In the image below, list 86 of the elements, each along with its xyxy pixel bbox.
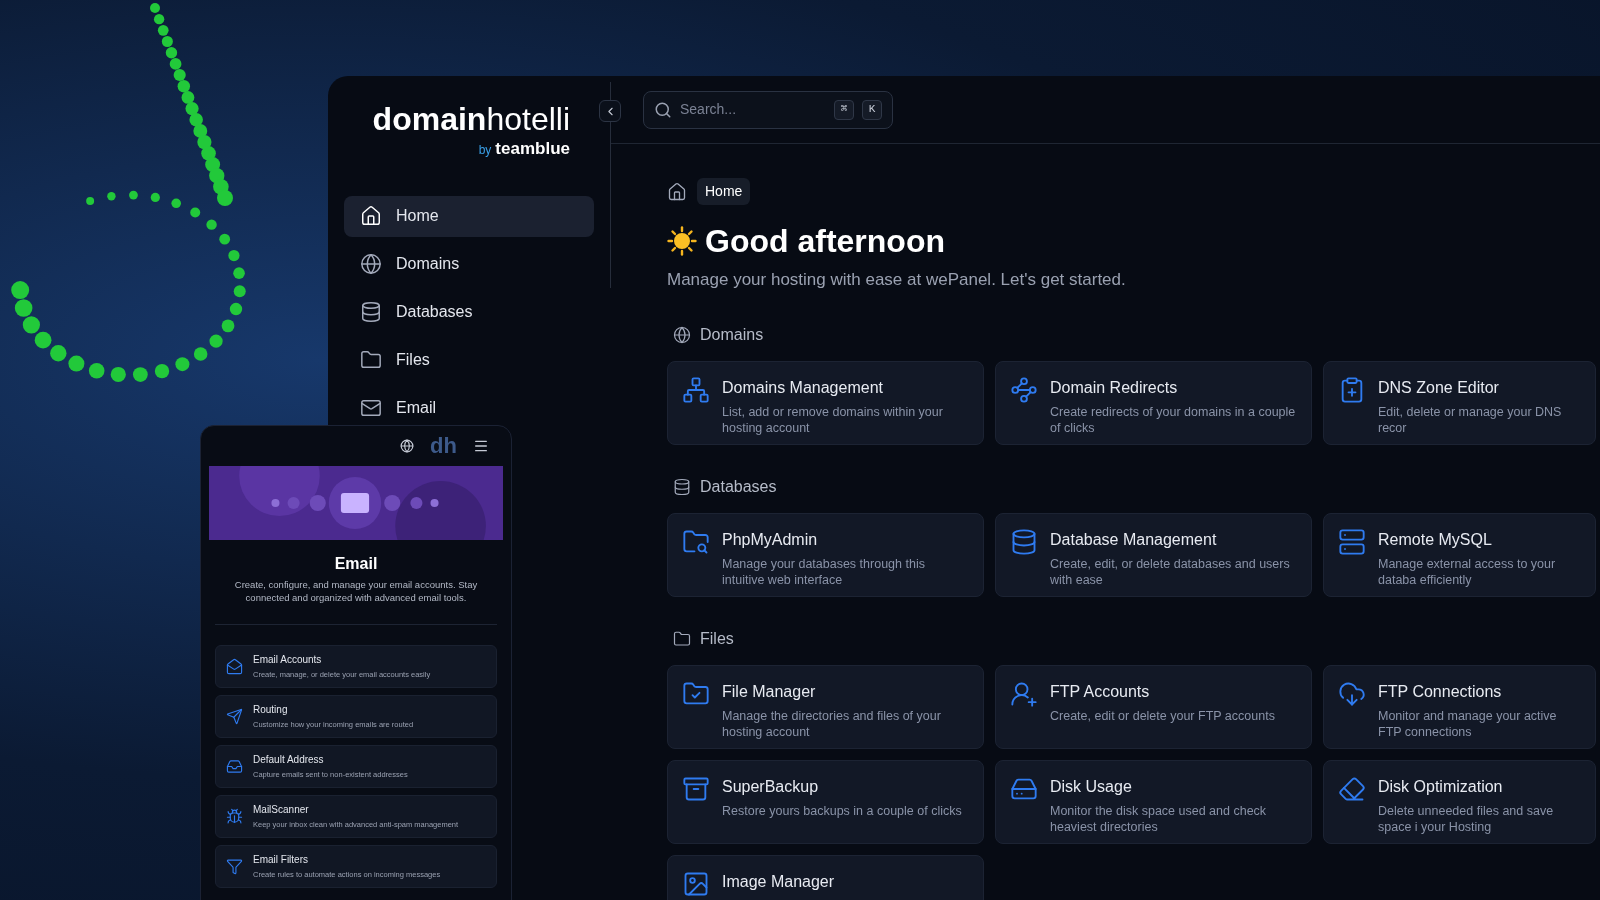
logo-by: by bbox=[478, 142, 492, 159]
service-card[interactable]: Domains Management List, add or remove domains within your hosting account bbox=[667, 360, 984, 445]
route-icon bbox=[1010, 375, 1038, 404]
card-description: Monitor and manage your active FTP connections bbox=[1378, 707, 1558, 740]
server-icon bbox=[1338, 527, 1366, 556]
panel-description: Create, configure, and manage your email accounts. Stay connected and organized with advanced email tools. bbox=[233, 578, 479, 604]
send-icon bbox=[226, 708, 243, 725]
logo-text: domainhotelli bbox=[372, 102, 570, 136]
service-card[interactable]: DNS Zone Editor Edit, delete or manage your DNS recor bbox=[1323, 360, 1596, 445]
collapse-button[interactable] bbox=[599, 100, 621, 122]
card-description: Manage the directories and files of your hosting account bbox=[722, 707, 942, 740]
card-title: Domains Management bbox=[722, 377, 884, 398]
logo-brand: teamblue bbox=[495, 138, 570, 160]
globe-icon bbox=[673, 325, 691, 344]
sun-icon bbox=[667, 226, 697, 256]
card-title: Database Management bbox=[1050, 529, 1218, 550]
card-title: FTP Accounts bbox=[1050, 681, 1151, 702]
service-card[interactable]: SuperBackup Restore yours backups in a couple of clicks bbox=[667, 759, 984, 844]
section-heading: Databases bbox=[700, 476, 777, 497]
shortcut-key: K bbox=[862, 99, 882, 120]
breadcrumb-item[interactable]: Home bbox=[697, 178, 751, 205]
card-description: Restore yours backups in a couple of clicks bbox=[722, 802, 963, 819]
database-icon bbox=[1010, 527, 1038, 556]
item-title: Email Accounts bbox=[253, 653, 323, 668]
card-description: Edit, delete or manage your DNS recor bbox=[1378, 403, 1563, 436]
service-card[interactable]: Disk Optimization Delete unneeded files and save space i your Hosting bbox=[1323, 759, 1596, 844]
card-title: Disk Optimization bbox=[1378, 776, 1504, 797]
globe-icon[interactable] bbox=[400, 439, 415, 453]
service-card[interactable]: Remote MySQL Manage external access to your databa efficiently bbox=[1323, 512, 1596, 597]
folder-icon bbox=[360, 349, 382, 371]
search-field[interactable]: Search... ⌘ K bbox=[643, 90, 893, 129]
card-description: Create, edit, or delete databases and users with ease bbox=[1050, 555, 1291, 588]
item-title: Routing bbox=[253, 703, 289, 718]
sidebar-item[interactable]: Domains bbox=[344, 243, 594, 285]
item-title: MailScanner bbox=[253, 803, 310, 818]
card-title: SuperBackup bbox=[722, 776, 820, 797]
card-description: Create, edit or delete your FTP accounts bbox=[1050, 707, 1276, 724]
card-title: DNS Zone Editor bbox=[1378, 377, 1500, 398]
virus-icon bbox=[226, 808, 243, 825]
service-card[interactable]: Disk Usage Monitor the disk space used and check heaviest directories bbox=[995, 759, 1312, 844]
mail-icon bbox=[360, 397, 382, 419]
globe-icon bbox=[360, 253, 382, 275]
service-card[interactable]: FTP Connections Monitor and manage your active FTP connections bbox=[1323, 664, 1596, 749]
database-icon bbox=[673, 477, 691, 496]
greeting-subtitle: Manage your hosting with ease at wePanel. Let's get started. bbox=[667, 269, 1127, 291]
service-card[interactable]: FTP Accounts Create, edit or delete your FTP accounts bbox=[995, 664, 1312, 749]
section-heading: Domains bbox=[700, 324, 764, 345]
sidebar-item[interactable]: Databases bbox=[344, 291, 594, 333]
item-title: Email Filters bbox=[253, 853, 309, 868]
card-title: Remote MySQL bbox=[1378, 529, 1493, 550]
shortcut-key: ⌘ bbox=[834, 99, 854, 120]
card-title: FTP Connections bbox=[1378, 681, 1503, 702]
greeting-heading: Good afternoon bbox=[705, 222, 945, 261]
sidebar-item[interactable]: Files bbox=[344, 339, 594, 381]
card-description: List, add or remove domains within your hosting account bbox=[722, 403, 944, 436]
card-title: PhpMyAdmin bbox=[722, 529, 819, 550]
sidebar-item[interactable]: Email bbox=[344, 387, 594, 429]
service-card[interactable]: File Manager Manage the directories and files of your hosting account bbox=[667, 664, 984, 749]
card-description: Manage external access to your databa efficiently bbox=[1378, 555, 1557, 588]
search-icon bbox=[654, 100, 672, 119]
database-icon bbox=[360, 301, 382, 323]
card-description: Delete unneeded files and save space i your Hosting bbox=[1378, 802, 1555, 835]
folder-icon bbox=[673, 629, 691, 648]
card-description: Monitor the disk space used and check heaviest directories bbox=[1050, 802, 1268, 835]
card-description: Manage your databases through this intuitive web interface bbox=[722, 555, 926, 588]
search-input[interactable]: Search... bbox=[680, 99, 826, 120]
service-card[interactable]: Domain Redirects Create redirects of your domains in a couple of clicks bbox=[995, 360, 1312, 445]
section-heading: Files bbox=[700, 628, 734, 649]
panel-title: Email bbox=[333, 554, 379, 574]
card-description: Create redirects of your domains in a couple of clicks bbox=[1050, 403, 1297, 436]
faint-logo: dh bbox=[430, 435, 457, 457]
service-card[interactable]: Image Manager bbox=[667, 854, 984, 900]
filter-icon bbox=[226, 858, 243, 875]
sidebar-item[interactable]: Home bbox=[344, 195, 594, 237]
service-card[interactable]: PhpMyAdmin Manage your databases through this intuitive web interface bbox=[667, 512, 984, 597]
card-title: Domain Redirects bbox=[1050, 377, 1179, 398]
home-icon bbox=[360, 205, 382, 227]
home-icon bbox=[667, 181, 687, 202]
item-title: Default Address bbox=[253, 753, 325, 768]
menu-icon[interactable] bbox=[473, 438, 489, 454]
mail-open-icon bbox=[226, 658, 243, 675]
card-title: Image Manager bbox=[722, 871, 836, 892]
inbox-icon bbox=[226, 758, 243, 775]
card-title: File Manager bbox=[722, 681, 817, 702]
card-title: Disk Usage bbox=[1050, 776, 1133, 797]
service-card[interactable]: Database Management Create, edit, or delete databases and users with ease bbox=[995, 512, 1312, 597]
